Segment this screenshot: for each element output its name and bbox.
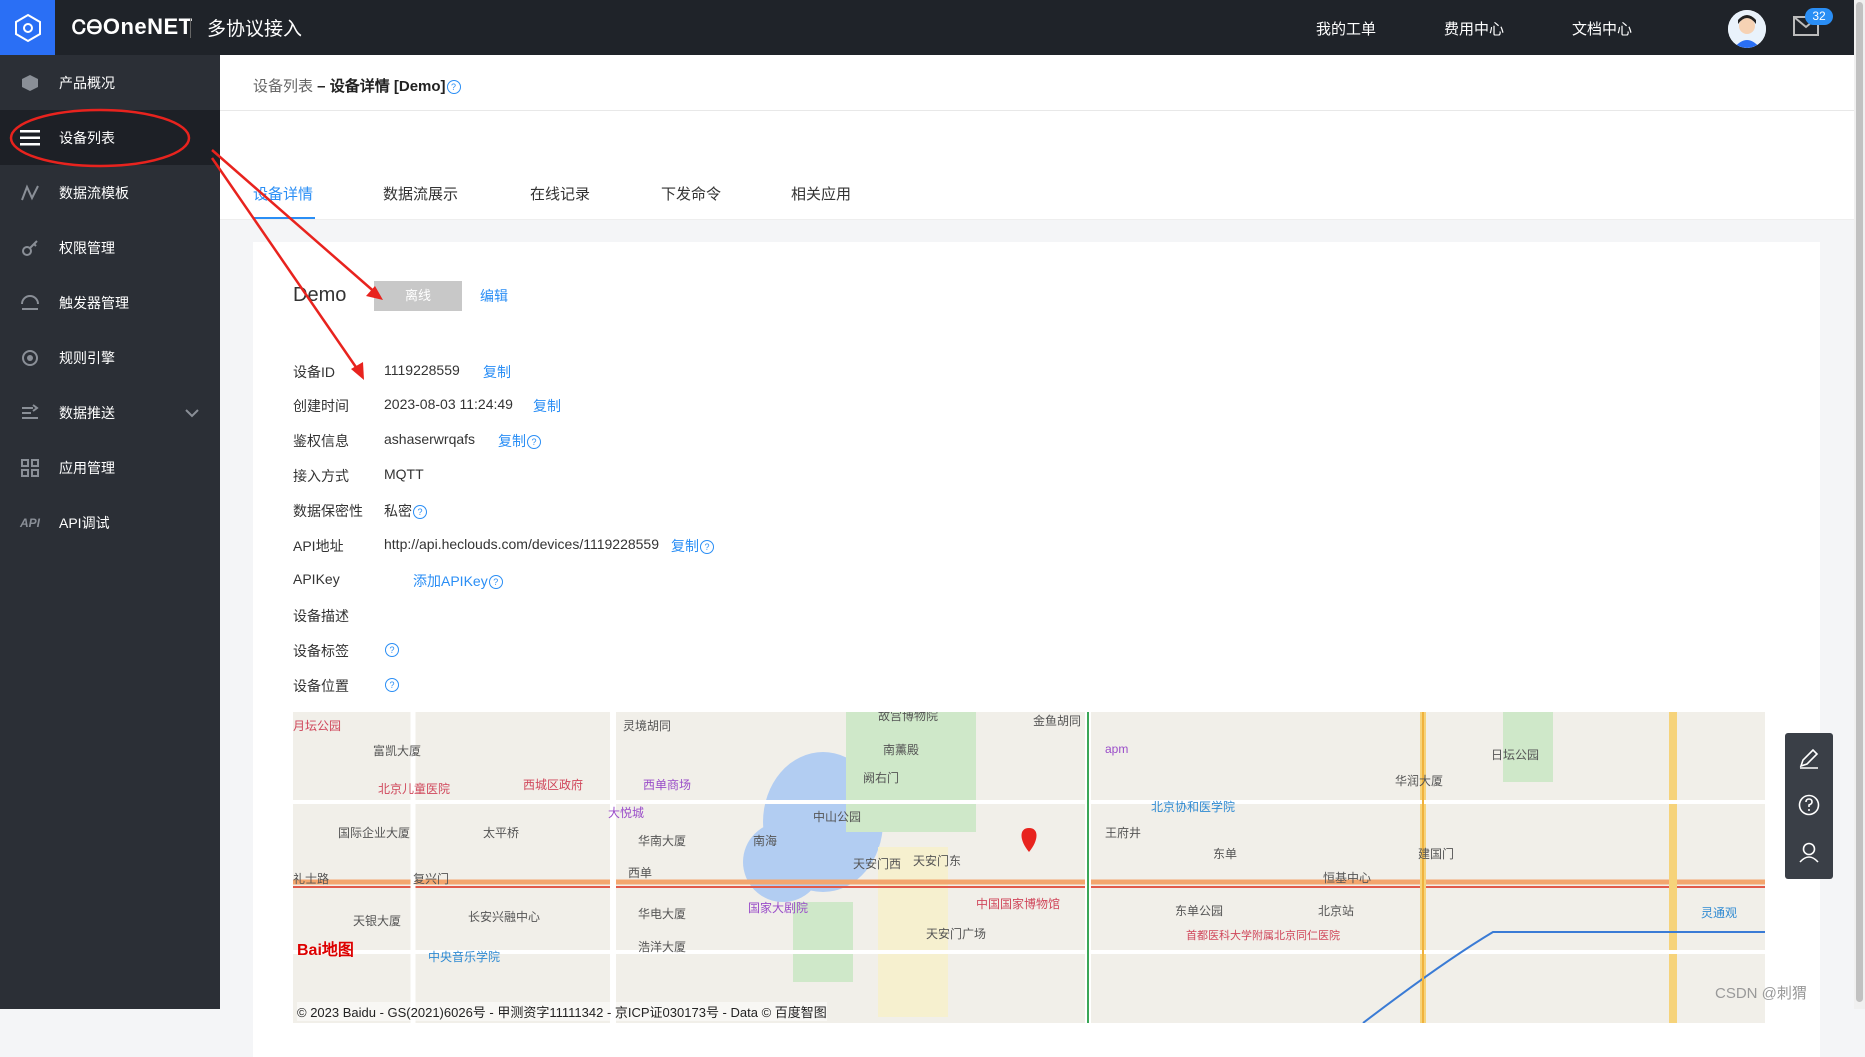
annotation-overlay-icon [9,108,383,380]
customer-service-icon[interactable] [1798,841,1820,868]
help-circle-icon[interactable] [1798,794,1820,821]
watermark: CSDN @刺猬 [1715,985,1807,1002]
floating-toolbar [1785,733,1833,879]
edit-icon[interactable] [1798,747,1820,774]
scrollbar-thumb[interactable] [1856,2,1863,1002]
